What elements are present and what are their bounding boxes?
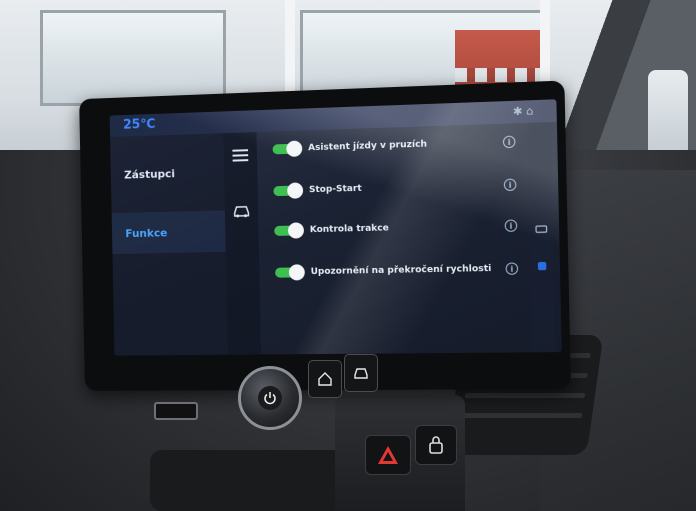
feature-row[interactable]: Asistent jízdy v pruzích xyxy=(272,132,427,161)
info-icon[interactable]: i xyxy=(505,262,519,275)
feature-row[interactable]: Upozornění na překročení rychlosti xyxy=(275,257,492,285)
info-icon[interactable]: i xyxy=(502,135,516,149)
sidebar-item-funkce[interactable]: Funkce xyxy=(111,210,226,255)
feature-row[interactable]: Kontrola trakce xyxy=(274,216,389,243)
usb-slot xyxy=(154,402,198,420)
car-icon[interactable] xyxy=(233,202,251,220)
showroom-window xyxy=(40,10,226,106)
screen: 25℃ ✱ ⌂ Zástupci Funkce Asistent jízdy v… xyxy=(109,99,562,356)
feature-toggle[interactable] xyxy=(272,143,299,155)
door-lock-button[interactable] xyxy=(415,425,457,465)
sidebar: Zástupci Funkce xyxy=(110,133,228,356)
feature-label: Asistent jízdy v pruzích xyxy=(308,139,428,154)
control-cluster xyxy=(140,340,390,430)
active-indicator xyxy=(537,261,547,271)
power-icon xyxy=(258,386,282,410)
info-icon[interactable]: i xyxy=(503,178,517,192)
bluetooth-icon: ✱ ⌂ xyxy=(512,104,534,119)
hazard-icon xyxy=(378,446,398,464)
info-icon[interactable]: i xyxy=(504,219,518,232)
feature-toggle[interactable] xyxy=(274,225,301,236)
lock-icon xyxy=(429,436,443,454)
sidebar-item-label: Zástupci xyxy=(124,166,176,182)
car-icon[interactable] xyxy=(535,219,548,232)
vent-slat xyxy=(464,393,586,398)
menu-icon[interactable] xyxy=(231,146,249,164)
vent-slat xyxy=(461,413,583,418)
feature-row[interactable]: Stop-Start xyxy=(273,177,362,203)
temperature-readout: 25℃ xyxy=(122,116,156,133)
home-button[interactable] xyxy=(308,360,342,398)
sidebar-item-zastupci[interactable]: Zástupci xyxy=(110,151,224,196)
hazard-button[interactable] xyxy=(365,435,411,475)
car-interior-photo: 25℃ ✱ ⌂ Zástupci Funkce Asistent jízdy v… xyxy=(0,0,696,511)
info-column: i i i i xyxy=(502,123,527,352)
air-vent-left xyxy=(150,450,350,511)
feature-toggle[interactable] xyxy=(275,267,301,278)
status-bar: 25℃ ✱ ⌂ xyxy=(109,99,557,138)
volume-knob[interactable] xyxy=(238,366,302,430)
feature-label: Kontrola trakce xyxy=(309,223,389,236)
vehicle-button[interactable] xyxy=(344,354,378,392)
feature-label: Upozornění na překročení rychlosti xyxy=(310,263,492,278)
home-icon xyxy=(318,372,332,386)
sidebar-item-label: Funkce xyxy=(125,225,168,240)
feature-toggle[interactable] xyxy=(273,185,300,197)
icon-column xyxy=(223,132,262,355)
car-icon xyxy=(354,368,368,379)
feature-label: Stop-Start xyxy=(308,183,362,196)
edge-shortcuts xyxy=(527,122,556,353)
